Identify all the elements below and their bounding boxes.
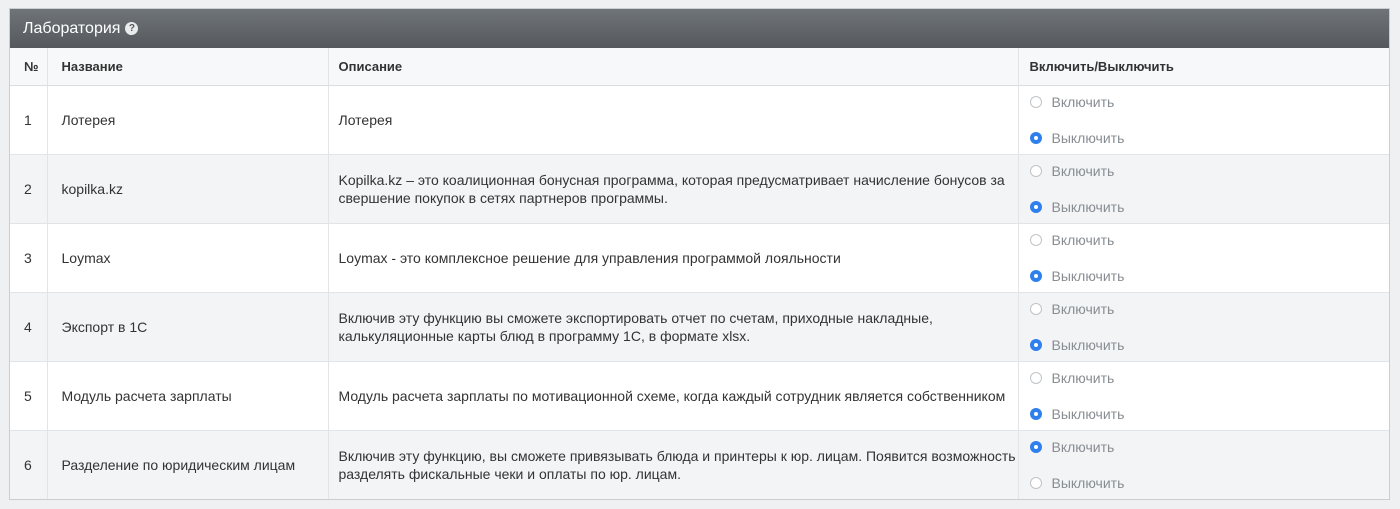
disable-label[interactable]: Выключить (1052, 267, 1125, 285)
enable-option[interactable]: Включить (1029, 162, 1390, 180)
toggle-cell: Включить Выключить (1017, 361, 1390, 431)
enable-label[interactable]: Включить (1052, 162, 1115, 180)
row-number: 1 (10, 85, 47, 155)
feature-description: Kopilka.kz – это коалиционная бонусная п… (327, 154, 1018, 224)
disable-option[interactable]: Выключить (1029, 405, 1390, 423)
row-number: 3 (10, 223, 47, 293)
help-icon[interactable]: ? (125, 22, 139, 35)
enable-radio[interactable] (1029, 371, 1042, 384)
disable-option[interactable]: Выключить (1029, 198, 1390, 216)
enable-radio[interactable] (1029, 95, 1042, 108)
feature-name: Модуль расчета зарплаты (46, 361, 328, 431)
table-row: 1 Лотерея Лотерея Включить Выключить (10, 85, 1390, 155)
row-number: 4 (10, 292, 47, 362)
disable-label[interactable]: Выключить (1052, 336, 1125, 354)
enable-label[interactable]: Включить (1052, 438, 1115, 456)
enable-radio[interactable] (1029, 302, 1042, 315)
disable-radio[interactable] (1029, 131, 1042, 144)
enable-label[interactable]: Включить (1052, 300, 1115, 318)
enable-option[interactable]: Включить (1029, 300, 1390, 318)
header-name: Название (46, 48, 328, 86)
table-body: 1 Лотерея Лотерея Включить Выключить 2 kopilka… (10, 85, 1389, 499)
table-header-row: № Название Описание Включить/Выключить (10, 48, 1389, 86)
feature-description: Модуль расчета зарплаты по мотивационной… (327, 361, 1018, 431)
disable-option[interactable]: Выключить (1029, 267, 1390, 285)
header-num: № (10, 48, 47, 86)
feature-description: Включив эту функцию, вы сможете привязыв… (327, 430, 1018, 499)
table-row: 3 Loymax Loymax - это комплексное решение … (10, 223, 1390, 293)
enable-radio[interactable] (1029, 164, 1042, 177)
disable-option[interactable]: Выключить (1029, 336, 1390, 354)
features-table: № Название Описание Включить/Выключить 1… (10, 48, 1389, 499)
toggle-cell: Включить Выключить (1017, 154, 1390, 224)
row-number: 6 (10, 430, 47, 499)
toggle-cell: Включить Выключить (1017, 85, 1390, 155)
table-row: 2 kopilka.kz Kopilka.kz – это коалиционная… (10, 154, 1390, 224)
disable-label[interactable]: Выключить (1052, 129, 1125, 147)
toggle-cell: Включить Выключить (1017, 292, 1390, 362)
enable-label[interactable]: Включить (1052, 231, 1115, 249)
feature-name: kopilka.kz (46, 154, 328, 224)
header-description: Описание (327, 48, 1018, 86)
row-number: 5 (10, 361, 47, 431)
disable-option[interactable]: Выключить (1029, 129, 1390, 147)
enable-option[interactable]: Включить (1029, 438, 1390, 456)
disable-radio[interactable] (1029, 407, 1042, 420)
feature-name: Разделение по юридическим лицам (46, 430, 328, 499)
enable-option[interactable]: Включить (1029, 231, 1390, 249)
disable-radio[interactable] (1029, 269, 1042, 282)
disable-label[interactable]: Выключить (1052, 198, 1125, 216)
feature-description: Включив эту функцию вы сможете экспортир… (327, 292, 1018, 362)
toggle-cell: Включить Выключить (1017, 430, 1390, 499)
enable-option[interactable]: Включить (1029, 93, 1390, 111)
feature-description: Лотерея (327, 85, 1018, 155)
enable-radio[interactable] (1029, 233, 1042, 246)
header-toggle: Включить/Выключить (1017, 48, 1389, 86)
disable-label[interactable]: Выключить (1052, 474, 1125, 492)
disable-radio[interactable] (1029, 338, 1042, 351)
feature-description: Loymax - это комплексное решение для упр… (327, 223, 1018, 293)
feature-name: Экспорт в 1С (46, 292, 328, 362)
disable-radio[interactable] (1029, 200, 1042, 213)
table-row: 6 Разделение по юридическим лицам Включив … (10, 430, 1389, 499)
disable-option[interactable]: Выключить (1029, 474, 1390, 492)
toggle-cell: Включить Выключить (1017, 223, 1390, 293)
row-number: 2 (10, 154, 47, 224)
disable-radio[interactable] (1029, 476, 1042, 489)
table-row: 5 Модуль расчета зарплаты Модуль расчета з… (10, 361, 1390, 431)
feature-name: Loymax (46, 223, 328, 293)
disable-label[interactable]: Выключить (1052, 405, 1125, 423)
panel-title: Лаборатория (23, 19, 121, 37)
table-row: 4 Экспорт в 1С Включив эту функцию вы смож… (10, 292, 1390, 362)
feature-name: Лотерея (46, 85, 328, 155)
panel-header: Лаборатория ? (10, 9, 1389, 48)
laboratory-panel: Лаборатория ? № Название Описание Включи… (9, 8, 1390, 500)
enable-option[interactable]: Включить (1029, 369, 1390, 387)
enable-label[interactable]: Включить (1052, 369, 1115, 387)
enable-label[interactable]: Включить (1052, 93, 1115, 111)
enable-radio[interactable] (1029, 440, 1042, 453)
